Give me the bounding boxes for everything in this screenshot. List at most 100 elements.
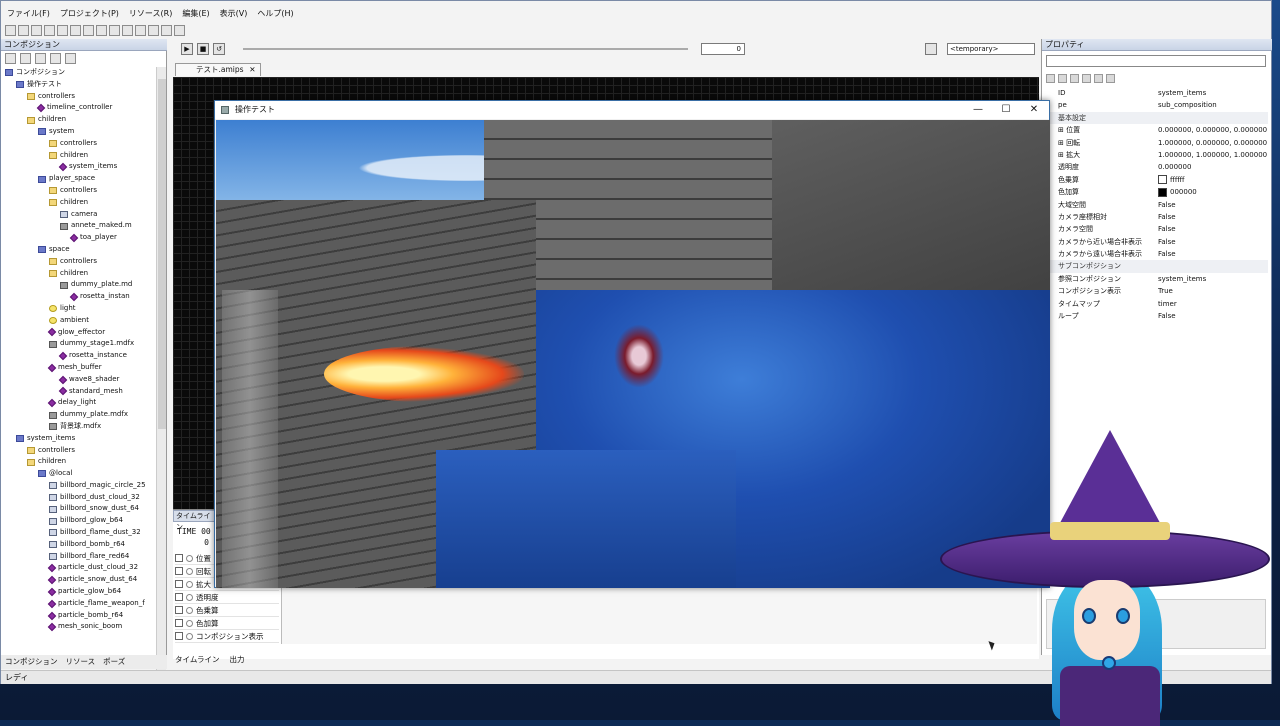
radio[interactable] (186, 606, 193, 614)
tree-node[interactable]: 背景球.mdfx (1, 421, 155, 433)
cut-icon[interactable] (44, 24, 55, 36)
property-row[interactable]: カメラから近い場合非表示 False (1046, 236, 1268, 248)
tree-node[interactable]: controllers (1, 185, 155, 197)
tab-resource[interactable]: リソース (66, 655, 96, 669)
tab-timeline[interactable]: タイムライン (175, 653, 219, 667)
checkbox[interactable] (175, 632, 183, 640)
arrow-right-icon[interactable] (50, 53, 61, 64)
arrow-left-icon[interactable] (35, 53, 46, 64)
tree-node[interactable]: glow_effector (1, 327, 155, 339)
tree-node[interactable]: toa_player (1, 232, 155, 244)
property-value[interactable]: 0.000000 (1158, 161, 1268, 173)
tree-node[interactable]: delay_light (1, 397, 155, 409)
tree-node[interactable]: particle_glow_b64 (1, 586, 155, 598)
property-row[interactable]: カメラから遠い場合非表示 False (1046, 248, 1268, 260)
camera-select[interactable]: <temporary> (947, 43, 1035, 55)
menu-item[interactable]: 編集(E) (182, 7, 209, 21)
loop-button[interactable]: ↺ (213, 43, 225, 55)
tree-node[interactable]: billbord_dust_cloud_32 (1, 492, 155, 504)
property-row[interactable]: ⊞ 位置 0.000000, 0.000000, 0.000000 (1046, 124, 1268, 136)
radio[interactable] (186, 554, 193, 562)
property-value[interactable]: system_items (1158, 273, 1268, 285)
property-row[interactable]: 色加算 000000 (1046, 186, 1268, 198)
property-tool-icon[interactable] (1094, 73, 1103, 83)
tree-node[interactable]: mesh_buffer (1, 362, 155, 374)
open-folder-icon[interactable] (18, 24, 29, 36)
minimize-button[interactable]: — (967, 103, 989, 117)
tree-node[interactable]: billbord_flame_dust_32 (1, 527, 155, 539)
tree-node[interactable]: billbord_glow_b64 (1, 515, 155, 527)
checkbox[interactable] (175, 606, 183, 614)
tree-node[interactable]: particle_dust_cloud_32 (1, 562, 155, 574)
property-tool-icon[interactable] (1082, 73, 1091, 83)
property-value[interactable]: 0.000000, 0.000000, 0.000000 (1158, 124, 1268, 136)
property-row[interactable]: 透明度 0.000000 (1046, 161, 1268, 173)
radio[interactable] (186, 619, 193, 627)
property-value[interactable]: True (1158, 285, 1268, 297)
property-tool-icon[interactable] (1106, 73, 1115, 83)
tree-node[interactable]: dummy_stage1.mdfx (1, 338, 155, 350)
light-icon[interactable] (161, 24, 172, 36)
tree-node[interactable]: billbord_flare_red64 (1, 551, 155, 563)
tree-node[interactable]: system_items (1, 433, 155, 445)
menu-item[interactable]: 表示(V) (220, 7, 248, 21)
property-value[interactable]: False (1158, 248, 1268, 260)
grid-icon[interactable] (109, 24, 120, 36)
property-value[interactable]: 000000 (1158, 186, 1268, 198)
property-value[interactable]: False (1158, 199, 1268, 211)
tree-node[interactable]: children (1, 268, 155, 280)
radio[interactable] (186, 632, 193, 640)
close-tab-icon[interactable]: ✕ (249, 64, 255, 76)
tree-node[interactable]: 操作テスト (1, 79, 155, 91)
timeline-row[interactable]: 色加算 (175, 617, 279, 630)
tree-node[interactable]: children (1, 150, 155, 162)
play-button[interactable]: ▶ (181, 43, 193, 55)
property-row[interactable]: pe sub_composition (1046, 99, 1268, 111)
tree-node[interactable]: controllers (1, 445, 155, 457)
tree-node[interactable]: light (1, 303, 155, 315)
tree-node[interactable]: system_items (1, 161, 155, 173)
tree-node[interactable]: system (1, 126, 155, 138)
tree-node[interactable]: particle_snow_dust_64 (1, 574, 155, 586)
folder-icon[interactable] (5, 53, 16, 64)
tab-composition[interactable]: コンポジション (5, 655, 58, 669)
property-tool-icon[interactable] (1070, 73, 1079, 83)
tree-node[interactable]: コンポジション (1, 67, 155, 79)
menu-item[interactable]: ヘルプ(H) (257, 7, 293, 21)
tree-node[interactable]: mesh_sonic_boom (1, 621, 155, 633)
tree-node[interactable]: billbord_bomb_r64 (1, 539, 155, 551)
timeline-row[interactable]: 色乗算 (175, 604, 279, 617)
checkbox[interactable] (175, 554, 183, 562)
property-row[interactable]: 色乗算 ffffff (1046, 174, 1268, 186)
paste-icon[interactable] (70, 24, 81, 36)
menu-item[interactable]: プロジェクト(P) (60, 7, 119, 21)
sort-category-icon[interactable] (1046, 73, 1055, 83)
tree-node[interactable]: controllers (1, 256, 155, 268)
checkbox[interactable] (175, 593, 183, 601)
tree-node[interactable]: wave8_shader (1, 374, 155, 386)
tree-scrollbar[interactable] (156, 67, 166, 675)
property-value[interactable]: False (1158, 223, 1268, 235)
camera-icon[interactable] (925, 43, 937, 55)
property-value[interactable]: 1.000000, 0.000000, 0.000000 (1158, 137, 1268, 149)
property-row[interactable]: 大域空間 False (1046, 199, 1268, 211)
tab-output[interactable]: 出力 (229, 653, 244, 667)
color-swatch[interactable] (1158, 187, 1167, 197)
property-value[interactable]: sub_composition (1158, 99, 1268, 111)
tree-node[interactable]: controllers (1, 138, 155, 150)
tree-node[interactable]: ambient (1, 315, 155, 327)
tree-node[interactable]: standard_mesh (1, 386, 155, 398)
property-row[interactable]: ID system_items (1046, 87, 1268, 99)
checkbox[interactable] (175, 567, 183, 575)
move-z-icon[interactable] (148, 24, 159, 36)
color-swatch[interactable] (1158, 175, 1167, 185)
property-value[interactable]: 1.000000, 1.000000, 1.000000 (1158, 149, 1268, 161)
tree-node[interactable]: particle_flame_weapon_f (1, 598, 155, 610)
tree-node[interactable]: particle_bomb_r64 (1, 610, 155, 622)
tree-node[interactable]: children (1, 456, 155, 468)
property-category[interactable]: 基本設定 (1046, 111, 1268, 125)
property-value[interactable]: False (1158, 310, 1268, 322)
property-value[interactable]: ffffff (1158, 174, 1268, 186)
property-value[interactable]: system_items (1158, 87, 1268, 99)
property-row[interactable]: カメラ空間 False (1046, 223, 1268, 235)
